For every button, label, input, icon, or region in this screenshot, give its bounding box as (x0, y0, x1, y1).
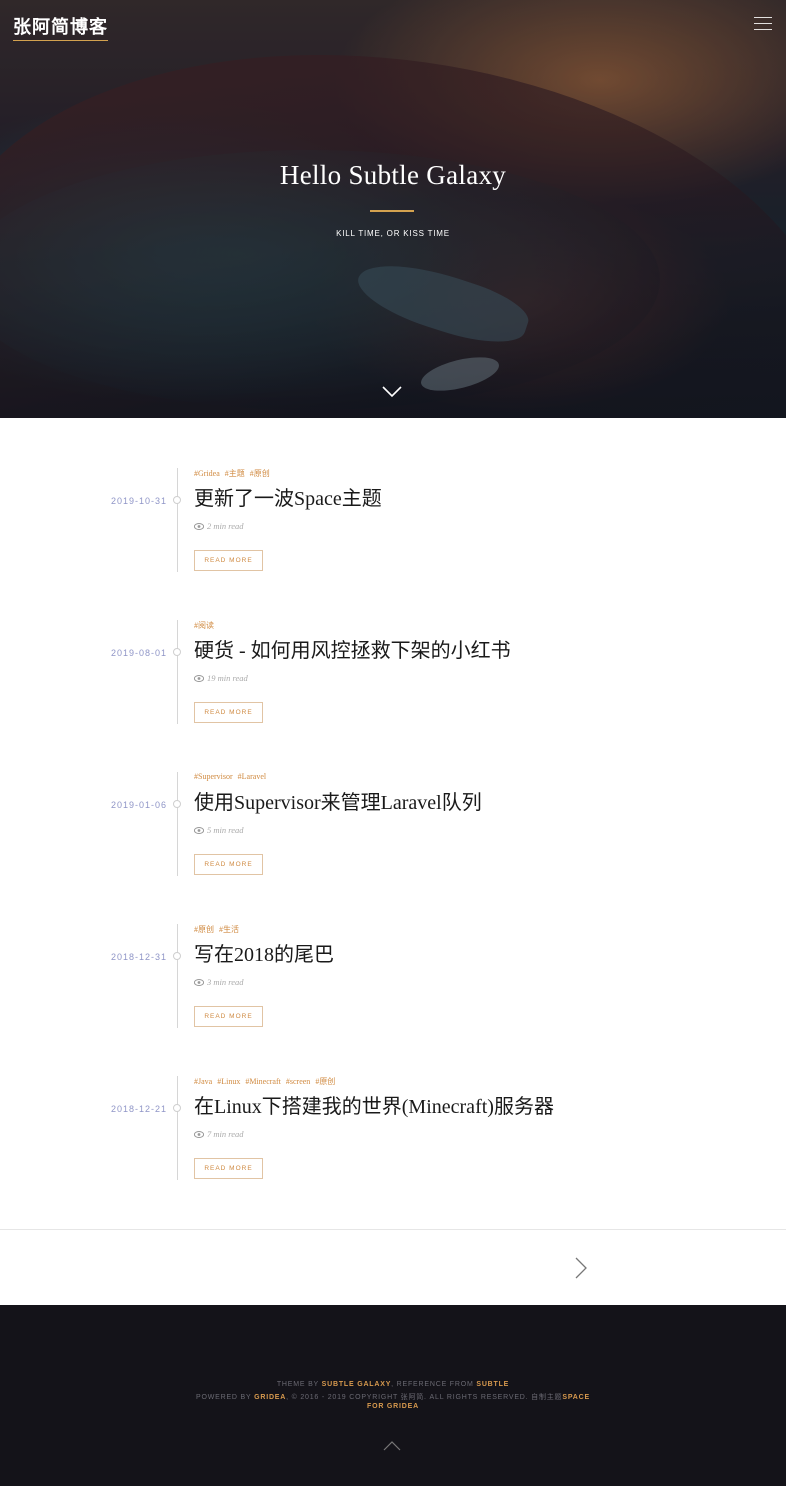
space-theme-link[interactable]: SPACE (562, 1394, 590, 1401)
post-meta: 3 min read (193, 977, 244, 987)
post-tags: #Gridea #主题 #原创 (194, 468, 275, 479)
post-title[interactable]: 在Linux下搭建我的世界(Minecraft)服务器 (194, 1094, 554, 1120)
post-title[interactable]: 更新了一波Space主题 (194, 486, 382, 512)
footer-space-line: FOR GRIDEA (0, 1403, 786, 1410)
footer-text: POWERED BY (196, 1394, 252, 1401)
timeline-dot (173, 800, 181, 808)
site-logo[interactable]: 张阿简博客 (13, 17, 108, 41)
post-tag[interactable]: #Linux (217, 1077, 240, 1086)
read-time: 19 min read (207, 673, 248, 683)
chevron-up-icon[interactable] (383, 1441, 401, 1451)
post-tags: #原创 #生活 (194, 924, 244, 935)
post-tags: #Java #Linux #Minecraft #screen #原创 (194, 1076, 340, 1087)
post-title[interactable]: 写在2018的尾巴 (194, 942, 334, 968)
hero-overlay (0, 0, 786, 418)
read-time: 5 min read (207, 825, 244, 835)
read-time: 7 min read (207, 1129, 244, 1139)
post-tag[interactable]: #生活 (219, 925, 239, 934)
theme-link[interactable]: SUBTLE GALAXY (322, 1381, 392, 1388)
post-tag[interactable]: #screen (286, 1077, 310, 1086)
read-more-button[interactable]: READ MORE (194, 1006, 263, 1027)
hamburger-menu-icon[interactable] (754, 17, 772, 31)
post-meta: 2 min read (193, 521, 244, 531)
chevron-down-icon[interactable] (382, 386, 402, 398)
read-more-button[interactable]: READ MORE (194, 550, 263, 571)
post-tag[interactable]: #原创 (250, 469, 270, 478)
read-more-button[interactable]: READ MORE (194, 854, 263, 875)
eye-icon (193, 1131, 205, 1138)
post-tag[interactable]: #Minecraft (245, 1077, 281, 1086)
copyright-text: , © 2016 - 2019 COPYRIGHT 张阿简. ALL RIGHT… (286, 1394, 563, 1401)
timeline-line (177, 924, 178, 1028)
footer-theme-line: THEME BY SUBTLE GALAXY, REFERENCE FROM S… (0, 1381, 786, 1388)
eye-icon (193, 675, 205, 682)
hero-divider (370, 210, 414, 212)
space-theme-link[interactable]: FOR GRIDEA (367, 1403, 419, 1410)
timeline-line (177, 468, 178, 572)
timeline-line (177, 772, 178, 876)
post-item: 2018-12-21 #Java #Linux #Minecraft #screen #… (0, 1076, 786, 1180)
post-item: 2018-12-31 #原创 #生活 写在2018的尾巴 3 min read R… (0, 924, 786, 1028)
timeline-line (177, 620, 178, 724)
post-meta: 19 min read (193, 673, 248, 683)
timeline-dot (173, 1104, 181, 1112)
eye-icon (193, 979, 205, 986)
hero-subtitle: KILL TIME, OR KISS TIME (336, 229, 450, 238)
post-item: 2019-10-31 #Gridea #主题 #原创 更新了一波Space主题 2 … (0, 468, 786, 572)
post-tags: #阅读 (194, 620, 219, 631)
post-meta: 7 min read (193, 1129, 244, 1139)
hero-title: Hello Subtle Galaxy (279, 160, 507, 190)
post-tag[interactable]: #原创 (315, 1077, 335, 1086)
post-tag[interactable]: #Gridea (194, 469, 220, 478)
post-tag[interactable]: #Laravel (238, 772, 266, 781)
post-title[interactable]: 使用Supervisor来管理Laravel队列 (194, 790, 482, 816)
footer-text: , REFERENCE FROM (391, 1381, 474, 1388)
post-date: 2018-12-21 (110, 1104, 167, 1114)
read-more-button[interactable]: READ MORE (194, 1158, 263, 1179)
footer-text: THEME BY (276, 1381, 319, 1388)
timeline-dot (173, 496, 181, 504)
post-date: 2018-12-31 (110, 952, 167, 962)
timeline-line (177, 1076, 178, 1180)
post-title[interactable]: 硬货 - 如何用风控拯救下架的小红书 (194, 638, 511, 664)
post-tag[interactable]: #Supervisor (194, 772, 233, 781)
pager-divider (0, 1229, 786, 1230)
post-date: 2019-08-01 (110, 648, 167, 658)
eye-icon (193, 523, 205, 530)
timeline-dot (173, 648, 181, 656)
post-tag[interactable]: #阅读 (194, 621, 214, 630)
read-more-button[interactable]: READ MORE (194, 702, 263, 723)
post-tag[interactable]: #原创 (194, 925, 214, 934)
site-footer: THEME BY SUBTLE GALAXY, REFERENCE FROM S… (0, 1305, 786, 1486)
post-tags: #Supervisor #Laravel (194, 772, 271, 781)
post-date: 2019-01-06 (110, 800, 167, 810)
read-time: 3 min read (207, 977, 244, 987)
chevron-right-icon[interactable] (574, 1257, 588, 1279)
gridea-link[interactable]: GRIDEA (254, 1394, 286, 1401)
post-item: 2019-01-06 #Supervisor #Laravel 使用Supervi… (0, 772, 786, 876)
post-date: 2019-10-31 (110, 496, 167, 506)
post-tag[interactable]: #Java (194, 1077, 212, 1086)
timeline-dot (173, 952, 181, 960)
eye-icon (193, 827, 205, 834)
read-time: 2 min read (207, 521, 244, 531)
reference-link[interactable]: SUBTLE (476, 1381, 509, 1388)
post-meta: 5 min read (193, 825, 244, 835)
post-item: 2019-08-01 #阅读 硬货 - 如何用风控拯救下架的小红书 19 min… (0, 620, 786, 724)
hero-banner: 张阿简博客 Hello Subtle Galaxy KILL TIME, OR … (0, 0, 786, 418)
footer-powered-line: POWERED BY GRIDEA, © 2016 - 2019 COPYRIG… (0, 1392, 786, 1402)
post-tag[interactable]: #主题 (225, 469, 245, 478)
